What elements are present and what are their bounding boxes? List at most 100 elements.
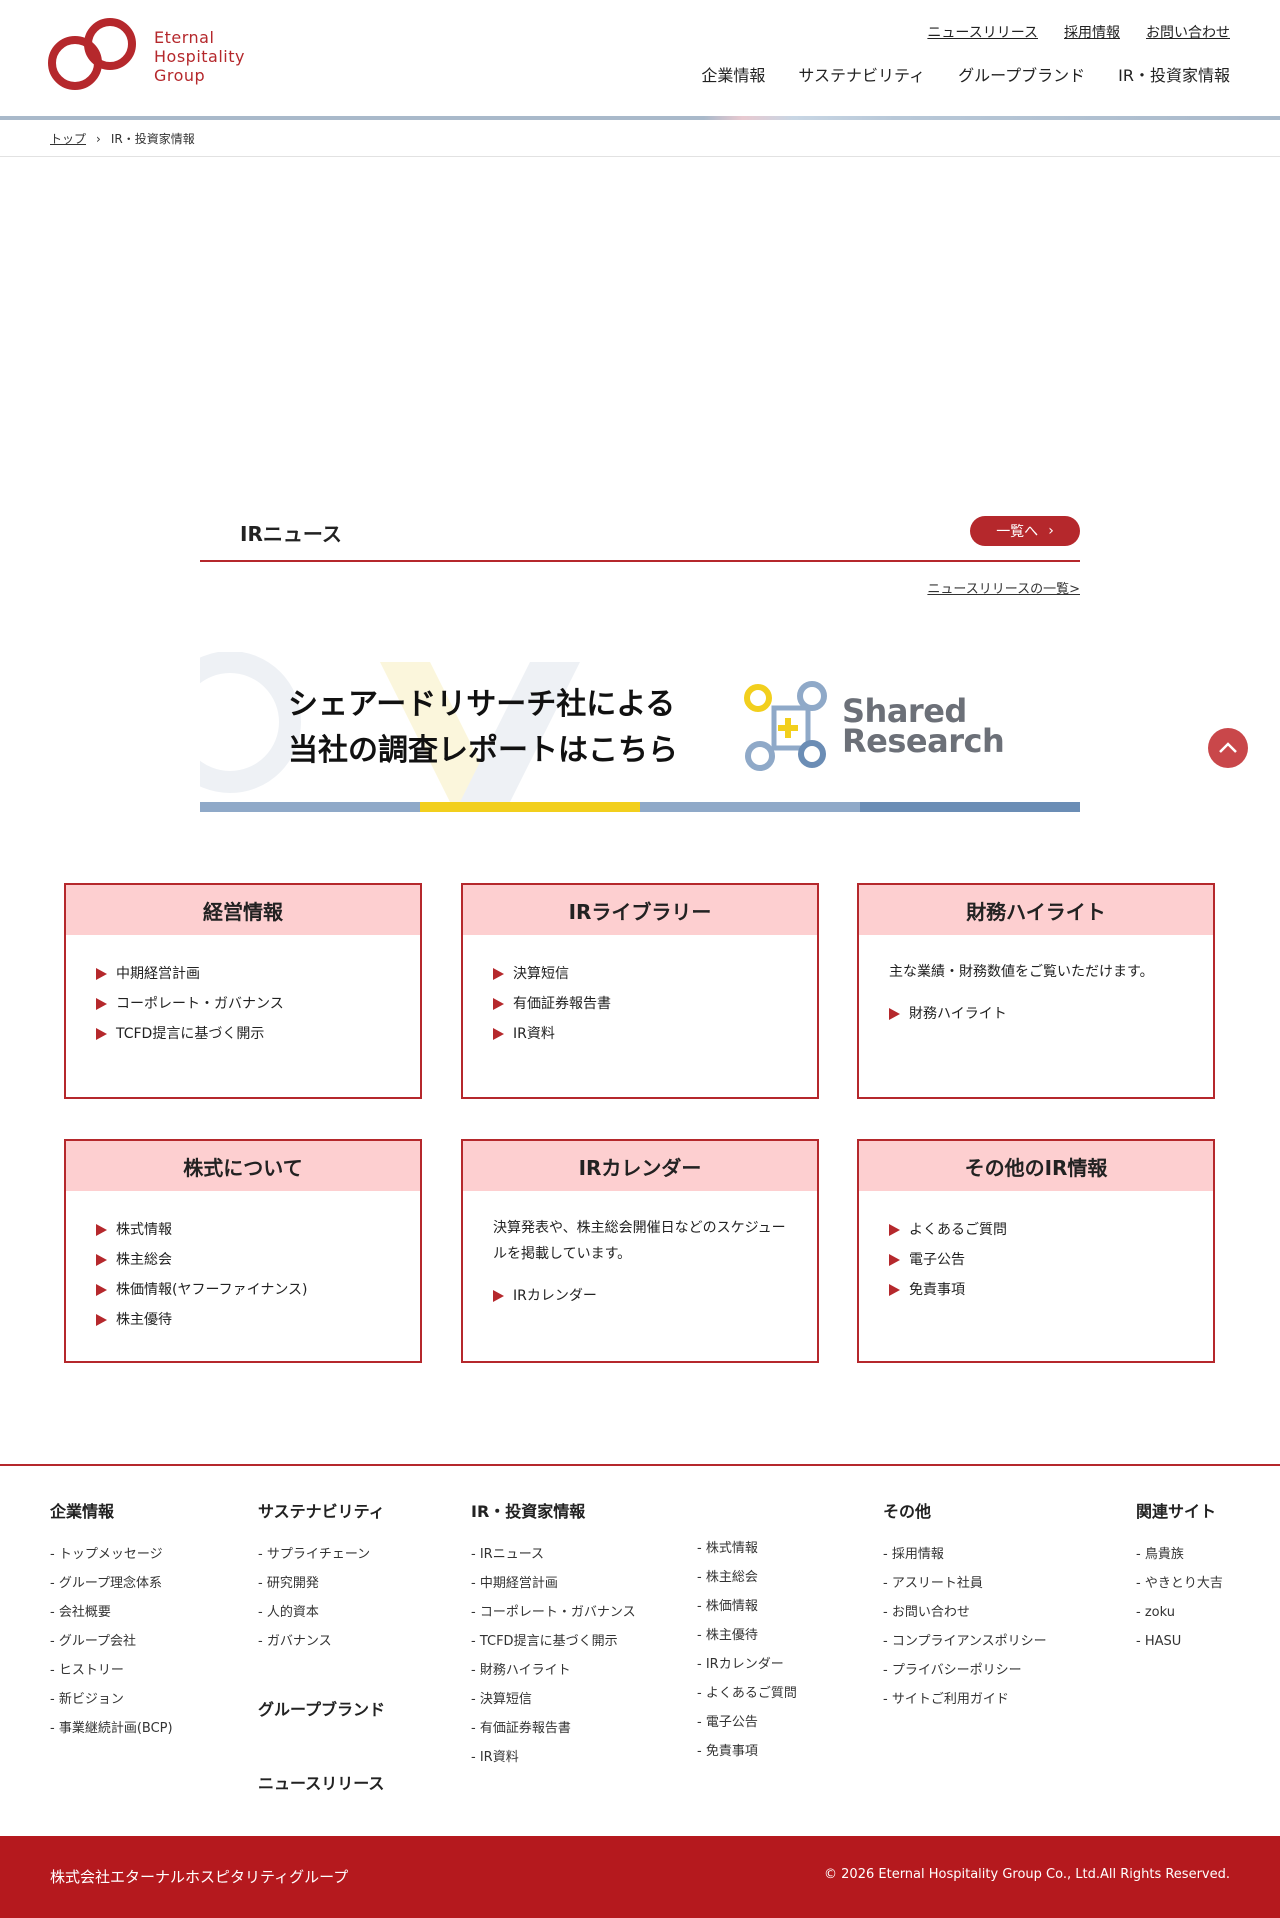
logo-line: Hospitality [154,46,245,66]
card-title: IRカレンダー [463,1141,817,1191]
news-release-list-link[interactable]: ニュースリリースの一覧> [927,578,1080,597]
link-label: 株式情報 [116,1222,172,1238]
footer-link[interactable]: ガバナンス [258,1627,385,1656]
footer-link[interactable]: 決算短信 [471,1685,636,1714]
util-link-news[interactable]: ニュースリリース [927,22,1038,42]
triangle-right-icon [96,1284,107,1296]
footer-col-other: その他 採用情報 アスリート社員 お問い合わせ コンプライアンスポリシー プライ… [883,1498,1047,1714]
shared-research-mark-icon [744,681,827,771]
card-link-item[interactable]: コーポレート・ガバナンス [96,989,390,1019]
card-link-item[interactable]: 株価情報(ヤフーファイナンス) [96,1275,390,1305]
footer-link[interactable]: グループ理念体系 [50,1569,173,1598]
ir-news-more-button[interactable]: 一覧へ › [970,516,1080,546]
shared-research-banner[interactable]: シェアードリサーチ社による 当社の調査レポートはこちら Shared Resea… [200,652,1080,812]
link-label: IR資料 [513,1026,555,1042]
footer-heading[interactable]: サステナビリティ [258,1498,385,1522]
nav-sustainability[interactable]: サステナビリティ [798,62,925,86]
triangle-right-icon [493,1028,504,1040]
footer-link[interactable]: 鳥貴族 [1136,1540,1223,1569]
footer-link[interactable]: アスリート社員 [883,1569,1047,1598]
card-link-item[interactable]: 決算短信 [493,959,787,989]
card-title: IRライブラリー [463,885,817,935]
footer-link[interactable]: コーポレート・ガバナンス [471,1598,636,1627]
card-link-item[interactable]: 株主優待 [96,1305,390,1335]
infinity-logo-icon [48,18,136,90]
card-link-item[interactable]: 株式情報 [96,1215,390,1245]
card-description: 主な業績・財務数値をご覧いただけます。 [889,964,1154,980]
footer-link[interactable]: IRニュース [471,1540,636,1569]
triangle-right-icon [889,1284,900,1296]
footer-link[interactable]: お問い合わせ [883,1598,1047,1627]
footer-link[interactable]: 事業継続計画(BCP) [50,1714,173,1743]
footer-link[interactable]: HASU [1136,1627,1223,1656]
chevron-right-icon: › [96,131,101,146]
card-link-item[interactable]: TCFD提言に基づく開示 [96,1019,390,1049]
link-label: 有価証券報告書 [513,996,611,1012]
card-link-item[interactable]: 株主総会 [96,1245,390,1275]
footer-link[interactable]: 株価情報 [697,1592,797,1621]
site-logo[interactable]: Eternal Hospitality Group [48,18,245,94]
footer-link[interactable]: 研究開発 [258,1569,385,1598]
footer-link[interactable]: 人的資本 [258,1598,385,1627]
breadcrumb-home[interactable]: トップ [50,130,86,147]
footer-link[interactable]: 中期経営計画 [471,1569,636,1598]
footer-link[interactable]: サイトご利用ガイド [883,1685,1047,1714]
footer-link[interactable]: コンプライアンスポリシー [883,1627,1047,1656]
card-stock: 株式について 株式情報 株主総会 株価情報(ヤフーファイナンス) 株主優待 [64,1139,422,1363]
util-link-recruit[interactable]: 採用情報 [1064,22,1120,42]
footer-col-ir-right: 株式情報 株主総会 株価情報 株主優待 IRカレンダー よくあるご質問 電子公告… [697,1534,797,1766]
card-link-item[interactable]: 中期経営計画 [96,959,390,989]
footer-link[interactable]: 会社概要 [50,1598,173,1627]
banner-line: 当社の調査レポートはこちら [288,733,678,768]
footer-link[interactable]: IRカレンダー [697,1650,797,1679]
footer-link[interactable]: 財務ハイライト [471,1656,636,1685]
footer-link[interactable]: サプライチェーン [258,1540,385,1569]
footer-link[interactable]: 採用情報 [883,1540,1047,1569]
footer-link[interactable]: IR資料 [471,1743,636,1772]
shared-research-wordmark: Shared Research [842,695,1005,757]
card-other-ir: その他のIR情報 よくあるご質問 電子公告 免責事項 [857,1139,1215,1363]
site-header: Eternal Hospitality Group ニュースリリース 採用情報 … [0,0,1280,116]
footer-link[interactable]: 新ビジョン [50,1685,173,1714]
triangle-right-icon [889,1254,900,1266]
footer-link[interactable]: 有価証券報告書 [471,1714,636,1743]
util-link-contact[interactable]: お問い合わせ [1146,22,1230,42]
triangle-right-icon [96,998,107,1010]
footer-col-related: 関連サイト 鳥貴族 やきとり大吉 zoku HASU [1136,1498,1223,1656]
card-link-item[interactable]: よくあるご質問 [889,1215,1183,1245]
footer-heading[interactable]: 企業情報 [50,1498,173,1522]
divider [0,156,1280,157]
card-link-item[interactable]: 免責事項 [889,1275,1183,1305]
footer-link[interactable]: 株主総会 [697,1563,797,1592]
footer-link[interactable]: 電子公告 [697,1708,797,1737]
card-link-item[interactable]: 有価証券報告書 [493,989,787,1019]
footer-link[interactable]: TCFD提言に基づく開示 [471,1627,636,1656]
footer-heading-news[interactable]: ニュースリリース [258,1770,384,1794]
scroll-to-top-button[interactable] [1208,728,1248,768]
footer-link[interactable]: 株式情報 [697,1534,797,1563]
footer-link[interactable]: プライバシーポリシー [883,1656,1047,1685]
stripe [860,802,1080,812]
footer-heading-brand[interactable]: グループブランド [258,1696,385,1720]
footer-link[interactable]: ヒストリー [50,1656,173,1685]
footer-link[interactable]: 株主優待 [697,1621,797,1650]
footer-link[interactable]: トップメッセージ [50,1540,173,1569]
more-button-label: 一覧へ [996,524,1039,540]
card-link-item[interactable]: 電子公告 [889,1245,1183,1275]
footer-link[interactable]: 免責事項 [697,1737,797,1766]
nav-company[interactable]: 企業情報 [701,62,765,86]
nav-brand[interactable]: グループブランド [958,62,1085,86]
footer-link[interactable]: よくあるご質問 [697,1679,797,1708]
footer-link[interactable]: zoku [1136,1598,1223,1627]
footer-heading[interactable]: IR・投資家情報 [471,1498,636,1522]
footer-link[interactable]: グループ会社 [50,1627,173,1656]
card-link-item[interactable]: IRカレンダー [493,1281,787,1311]
card-link-item[interactable]: IR資料 [493,1019,787,1049]
card-ir-library: IRライブラリー 決算短信 有価証券報告書 IR資料 [461,883,819,1099]
nav-ir[interactable]: IR・投資家情報 [1118,62,1230,86]
footer-link[interactable]: やきとり大吉 [1136,1569,1223,1598]
link-label: 株価情報(ヤフーファイナンス) [116,1282,308,1298]
card-title: 経営情報 [66,885,420,935]
card-link-item[interactable]: 財務ハイライト [889,999,1183,1029]
link-label: 財務ハイライト [909,1006,1007,1022]
